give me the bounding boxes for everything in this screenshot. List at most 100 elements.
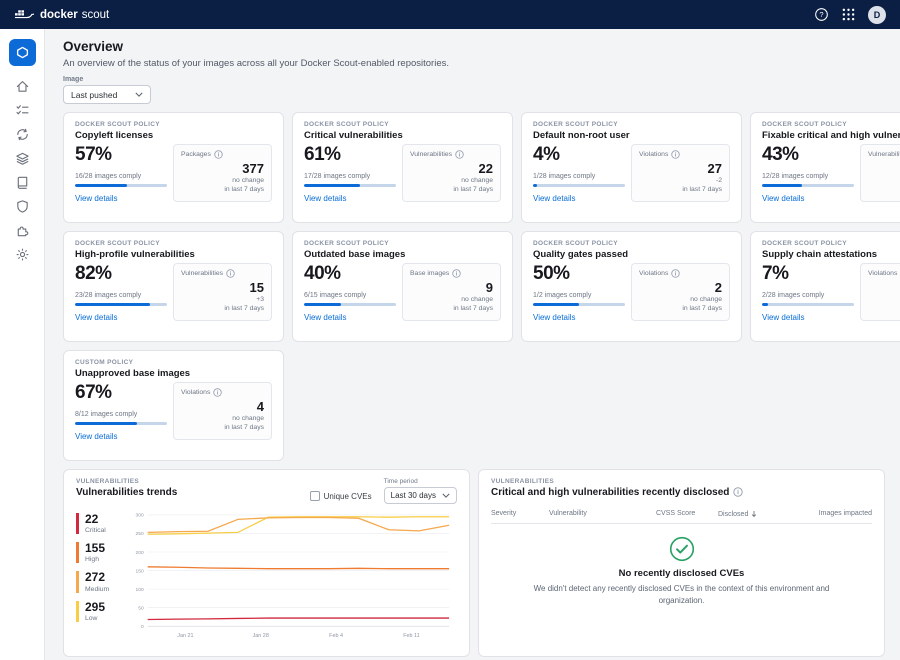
sidebar-item-scout-active[interactable] bbox=[9, 39, 36, 66]
stat-label: Violations bbox=[181, 389, 210, 396]
empty-state: No recently disclosed CVEs We didn't det… bbox=[491, 536, 872, 606]
help-icon[interactable]: ? bbox=[814, 7, 829, 22]
policy-card: DOCKER SCOUT POLICY Default non-root use… bbox=[521, 112, 742, 223]
sidebar-item-vulnerabilities[interactable] bbox=[14, 201, 30, 217]
time-period-dropdown[interactable]: Last 30 days bbox=[384, 487, 457, 504]
column-cvss-score: CVSS Score bbox=[656, 510, 718, 518]
info-icon[interactable] bbox=[455, 150, 464, 159]
view-details-link[interactable]: View details bbox=[762, 313, 805, 322]
compliance-percent: 50% bbox=[533, 263, 625, 285]
info-icon[interactable] bbox=[733, 487, 743, 497]
stat-label: Vulnerabilities bbox=[181, 270, 223, 277]
integrations-puzzle-icon bbox=[15, 223, 30, 243]
stat-label: Packages bbox=[181, 151, 211, 158]
stat-value: 4 bbox=[181, 399, 264, 414]
stat-label: Violations bbox=[868, 270, 897, 277]
svg-text:Feb 4: Feb 4 bbox=[329, 633, 343, 639]
policy-eyebrow: DOCKER SCOUT POLICY bbox=[75, 240, 272, 247]
policy-eyebrow: DOCKER SCOUT POLICY bbox=[533, 121, 730, 128]
info-icon[interactable] bbox=[213, 388, 222, 397]
time-period-value: Last 30 days bbox=[391, 491, 436, 500]
policy-eyebrow: DOCKER SCOUT POLICY bbox=[762, 240, 900, 247]
comply-count: 2/28 images comply bbox=[762, 292, 854, 299]
disclosed-title: Critical and high vulnerabilities recent… bbox=[491, 487, 729, 498]
info-icon[interactable] bbox=[226, 269, 235, 278]
sidebar-item-repositories[interactable] bbox=[14, 177, 30, 193]
top-navbar: docker scout ? D bbox=[0, 0, 900, 29]
disclosed-table-header: Severity Vulnerability CVSS Score Disclo… bbox=[491, 510, 872, 524]
policy-eyebrow: DOCKER SCOUT POLICY bbox=[533, 240, 730, 247]
stat-value: 22 bbox=[410, 161, 493, 176]
stat-change: no change bbox=[639, 295, 722, 304]
stat-change: no change bbox=[868, 295, 900, 304]
info-icon[interactable] bbox=[671, 269, 680, 278]
svg-text:200: 200 bbox=[136, 550, 144, 556]
compliance-bar bbox=[75, 422, 167, 425]
severity-legend: 22 Critical 155 High 272 Medium 295 bbox=[76, 509, 122, 641]
docker-scout-logo[interactable]: docker scout bbox=[14, 8, 109, 21]
policy-eyebrow: DOCKER SCOUT POLICY bbox=[304, 121, 501, 128]
policy-title: Unapproved base images bbox=[75, 368, 272, 379]
compliance-bar bbox=[762, 184, 854, 187]
compliance-percent: 40% bbox=[304, 263, 396, 285]
stat-label: Vulnerabilities bbox=[410, 151, 452, 158]
unique-cves-checkbox[interactable] bbox=[310, 491, 320, 501]
view-details-link[interactable]: View details bbox=[762, 194, 805, 203]
view-details-link[interactable]: View details bbox=[75, 313, 118, 322]
legend-value: 155 bbox=[85, 542, 122, 555]
vulnerabilities-trend-chart: 050100150200250300Jan 21Jan 28Feb 4Feb 1… bbox=[126, 509, 457, 641]
stat-change-period: in last 7 days bbox=[181, 185, 264, 194]
stat-value: 2 bbox=[639, 280, 722, 295]
legend-label: Medium bbox=[85, 586, 122, 593]
user-avatar[interactable]: D bbox=[868, 6, 886, 24]
column-vulnerability: Vulnerability bbox=[549, 510, 656, 518]
policy-card: DOCKER SCOUT POLICY Fixable critical and… bbox=[750, 112, 900, 223]
legend-item-low: 295 Low bbox=[76, 601, 122, 622]
main-content: Overview An overview of the status of yo… bbox=[45, 29, 900, 660]
comply-count: 1/2 images comply bbox=[533, 292, 625, 299]
unique-cves-label[interactable]: Unique CVEs bbox=[324, 492, 372, 501]
column-images-impacted: Images impacted bbox=[790, 510, 872, 518]
view-details-link[interactable]: View details bbox=[304, 313, 347, 322]
comply-count: 1/28 images comply bbox=[533, 173, 625, 180]
compliance-bar bbox=[304, 184, 396, 187]
image-filter-dropdown[interactable]: Last pushed bbox=[63, 85, 151, 104]
svg-text:0: 0 bbox=[141, 624, 144, 630]
svg-text:Jan 21: Jan 21 bbox=[177, 633, 193, 639]
stat-change: -2 bbox=[639, 176, 722, 185]
stat-label: Vulnerabilities bbox=[868, 151, 900, 158]
view-details-link[interactable]: View details bbox=[75, 194, 118, 203]
policy-title: High-profile vulnerabilities bbox=[75, 249, 272, 260]
svg-text:300: 300 bbox=[136, 513, 144, 519]
sidebar-item-policies[interactable] bbox=[14, 105, 30, 121]
info-icon[interactable] bbox=[214, 150, 223, 159]
view-details-link[interactable]: View details bbox=[75, 432, 118, 441]
view-details-link[interactable]: View details bbox=[304, 194, 347, 203]
column-disclosed-sort[interactable]: Disclosed bbox=[718, 510, 790, 518]
compliance-percent: 67% bbox=[75, 382, 167, 404]
sidebar-item-images[interactable] bbox=[14, 153, 30, 169]
sidebar-item-home[interactable] bbox=[14, 81, 30, 97]
view-details-link[interactable]: View details bbox=[533, 194, 576, 203]
legend-item-medium: 272 Medium bbox=[76, 571, 122, 592]
apps-grid-icon[interactable] bbox=[842, 8, 855, 21]
sidebar-item-sync[interactable] bbox=[14, 129, 30, 145]
trends-title: Vulnerabilities trends bbox=[76, 487, 177, 498]
stat-box: Base images 9 no change in last 7 days bbox=[402, 263, 501, 321]
sidebar-item-integrations[interactable] bbox=[14, 225, 30, 241]
sidebar-item-settings[interactable] bbox=[14, 249, 30, 265]
info-icon[interactable] bbox=[452, 269, 461, 278]
stat-change: no change bbox=[410, 176, 493, 185]
view-details-link[interactable]: View details bbox=[533, 313, 576, 322]
policy-title: Supply chain attestations bbox=[762, 249, 900, 260]
policy-title: Copyleft licenses bbox=[75, 130, 272, 141]
stat-box: Vulnerabilities 22 no change in last 7 d… bbox=[402, 144, 501, 202]
stat-change: no change bbox=[181, 176, 264, 185]
settings-gear-icon bbox=[15, 247, 30, 267]
policy-title: Quality gates passed bbox=[533, 249, 730, 260]
compliance-bar bbox=[533, 303, 625, 306]
policies-checklist-icon bbox=[15, 103, 30, 123]
compliance-bar bbox=[304, 303, 396, 306]
stat-value: 377 bbox=[181, 161, 264, 176]
info-icon[interactable] bbox=[671, 150, 680, 159]
